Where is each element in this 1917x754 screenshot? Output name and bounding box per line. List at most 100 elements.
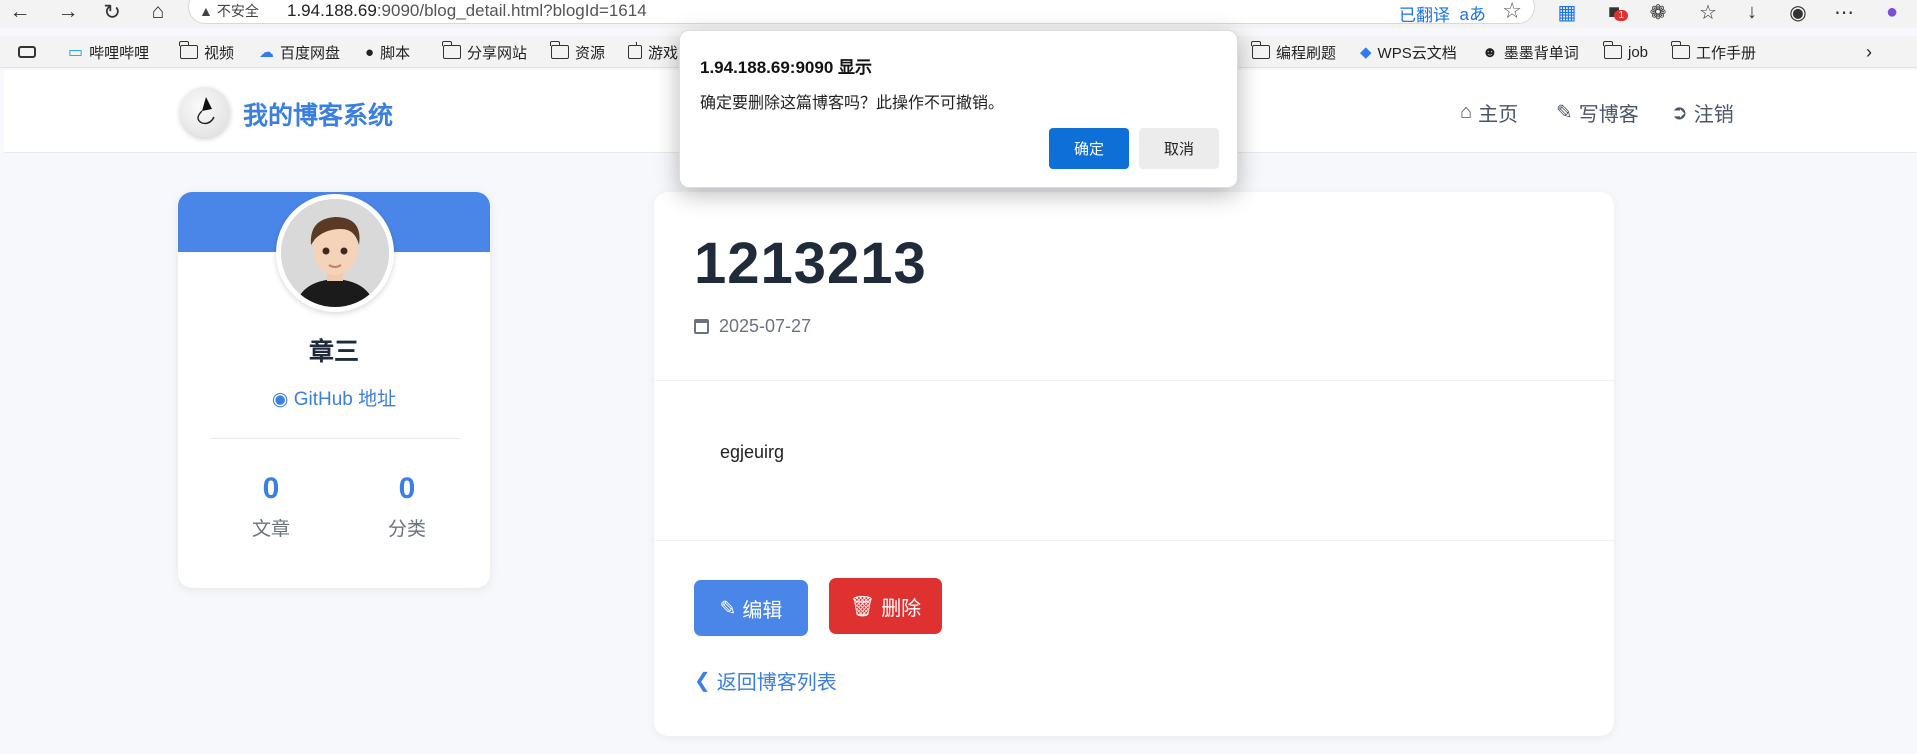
profile-avatar-icon[interactable]: ◉ (1782, 0, 1814, 24)
delete-button[interactable]: 🗑 删除 (829, 578, 942, 634)
divider (654, 380, 1614, 381)
nav-write-label: 写博客 (1578, 104, 1639, 126)
nav-logout-label: 注销 (1693, 104, 1734, 126)
bookmark-job[interactable]: job (1603, 41, 1649, 62)
tab-actions-icon[interactable] (18, 42, 36, 62)
confirm-cancel-button[interactable]: 取消 (1139, 128, 1219, 169)
bookmark-wps[interactable]: ◆ WPS云文档 (1360, 42, 1457, 62)
edit-button[interactable]: ✎ 编辑 (694, 580, 808, 636)
copilot-icon[interactable]: ● (1876, 0, 1908, 24)
nav-home[interactable]: ⌂ 主页 (1460, 98, 1518, 127)
arrow-left-icon: ❮ (694, 670, 711, 692)
forward-arrow-icon[interactable]: → (54, 0, 82, 24)
nav-logout[interactable]: ➲ 注销 (1671, 98, 1734, 127)
folder-icon (550, 41, 569, 59)
download-icon[interactable]: ↓ (1736, 0, 1768, 24)
browser-toolbar: ← → ↻ ⌂ ▲ 不安全 1.94.188.69:9090/blog_deta… (0, 0, 1917, 28)
articles-label: 文章 (251, 519, 290, 540)
baidu-netdisk-icon: ☁ (259, 44, 274, 61)
security-indicator[interactable]: ▲ 不安全 (199, 1, 259, 21)
warning-icon: ▲ (199, 3, 213, 19)
trash-icon: 🗑 (849, 595, 876, 618)
articles-stat: 0 文章 (211, 472, 331, 541)
sign-out-icon: ➲ (1671, 102, 1688, 124)
bookmark-games[interactable]: 游戏 (628, 42, 678, 62)
back-arrow-icon[interactable]: ← (6, 0, 34, 24)
bookmark-script[interactable]: ● 脚本 (365, 42, 410, 62)
momo-icon: ☻ (1482, 43, 1498, 61)
github-icon: ◉ (271, 389, 289, 410)
bookmark-bilibili[interactable]: ▭ 哔哩哔哩 (68, 42, 149, 62)
blog-content: egjeuirg (720, 442, 785, 462)
refresh-icon[interactable]: ↻ (98, 0, 126, 24)
dialog-title: 1.94.188.69:9090 显示 (700, 58, 873, 77)
blog-date: 2025-07-27 (694, 316, 811, 337)
bookmark-label: WPS云文档 (1377, 44, 1457, 62)
puzzle-icon[interactable]: ❁ (1642, 0, 1674, 24)
nav-write-blog[interactable]: ✎ 写博客 (1556, 98, 1639, 127)
home-icon: ⌂ (1460, 101, 1473, 123)
bookmark-label: 分享网站 (467, 44, 528, 62)
favorite-star-icon[interactable]: ☆ (1502, 0, 1522, 24)
blog-detail-card: 1213213 2025-07-27 egjeuirg ✎ 编辑 🗑 删除 ❮ 返回博… (654, 192, 1614, 736)
url-text[interactable]: 1.94.188.69:9090/blog_detail.html?blogId… (287, 1, 647, 21)
security-label: 不安全 (216, 3, 259, 19)
edit-label: 编辑 (742, 599, 783, 622)
github-link[interactable]: ◉ GitHub 地址 (178, 384, 490, 411)
bookmark-label: 脚本 (380, 44, 411, 62)
bookmark-work-manual[interactable]: 工作手册 (1671, 41, 1756, 62)
bilibili-icon: ▭ (68, 44, 84, 61)
confirm-ok-button[interactable]: 确定 (1049, 128, 1129, 169)
wps-icon: ◆ (1360, 44, 1372, 61)
bookmark-momo[interactable]: ☻ 墨墨背单词 (1482, 42, 1579, 62)
profile-card: 章三 ◉ GitHub 地址 0 文章 0 分类 (178, 192, 490, 588)
calendar-icon (694, 319, 709, 334)
chevron-right-icon[interactable]: › (1866, 42, 1872, 62)
bookmark-label: 编程刷题 (1276, 44, 1337, 62)
bookmark-label: 游戏 (647, 44, 678, 62)
bookmark-label: 资源 (575, 44, 606, 62)
bookmark-label: 哔哩哔哩 (89, 44, 150, 62)
folder-icon (628, 42, 642, 59)
blog-title: 1213213 (694, 231, 927, 296)
address-bar[interactable]: ▲ 不安全 1.94.188.69:9090/blog_detail.html?… (188, 0, 1535, 26)
blog-date-text: 2025-07-27 (719, 316, 812, 336)
avatar (276, 194, 394, 312)
pencil-icon: ✎ (1556, 102, 1573, 124)
divider (210, 438, 460, 439)
bookmark-resources[interactable]: 资源 (550, 41, 606, 62)
script-icon: ● (365, 43, 375, 61)
bookmark-videos[interactable]: 视频 (179, 41, 235, 62)
bookmark-label: 百度网盘 (280, 44, 341, 62)
bookmark-label: 墨墨背单词 (1503, 44, 1579, 62)
categories-label: 分类 (387, 519, 426, 540)
divider (654, 540, 1614, 541)
back-to-list-link[interactable]: ❮ 返回博客列表 (694, 666, 837, 695)
extension-badge: 1 (1614, 10, 1628, 21)
categories-stat: 0 分类 (347, 472, 467, 541)
site-title[interactable]: 我的博客系统 (243, 96, 393, 132)
folder-icon (1251, 41, 1270, 59)
bookmark-share-sites[interactable]: 分享网站 (442, 41, 528, 62)
folder-icon (1603, 41, 1622, 59)
extension-icon[interactable]: ■1 (1598, 0, 1630, 24)
home-icon[interactable]: ⌂ (144, 0, 172, 24)
bookmark-label: 视频 (204, 44, 235, 62)
url-host: 1.94.188.69 (287, 1, 377, 20)
favorites-list-icon[interactable]: ☆ (1692, 0, 1724, 24)
folder-icon (1671, 41, 1690, 59)
site-logo[interactable] (180, 87, 230, 137)
bookmark-coding[interactable]: 编程刷题 (1251, 41, 1337, 62)
bookmark-baidu-netdisk[interactable]: ☁ 百度网盘 (259, 42, 340, 62)
more-options-icon[interactable]: ⋯ (1828, 0, 1860, 24)
pencil-icon: ✎ (719, 597, 737, 620)
folder-icon (179, 41, 198, 59)
delete-label: 删除 (881, 597, 922, 620)
read-aloud-icon[interactable]: aあ (1460, 0, 1486, 25)
bookmark-label: job (1628, 43, 1649, 61)
translated-label[interactable]: 已翻译 (1399, 1, 1450, 26)
back-label: 返回博客列表 (716, 672, 837, 694)
apps-grid-icon[interactable]: ▦ (1551, 0, 1583, 24)
url-path: :9090/blog_detail.html?blogId=1614 (376, 1, 647, 20)
github-label: GitHub 地址 (293, 389, 397, 410)
